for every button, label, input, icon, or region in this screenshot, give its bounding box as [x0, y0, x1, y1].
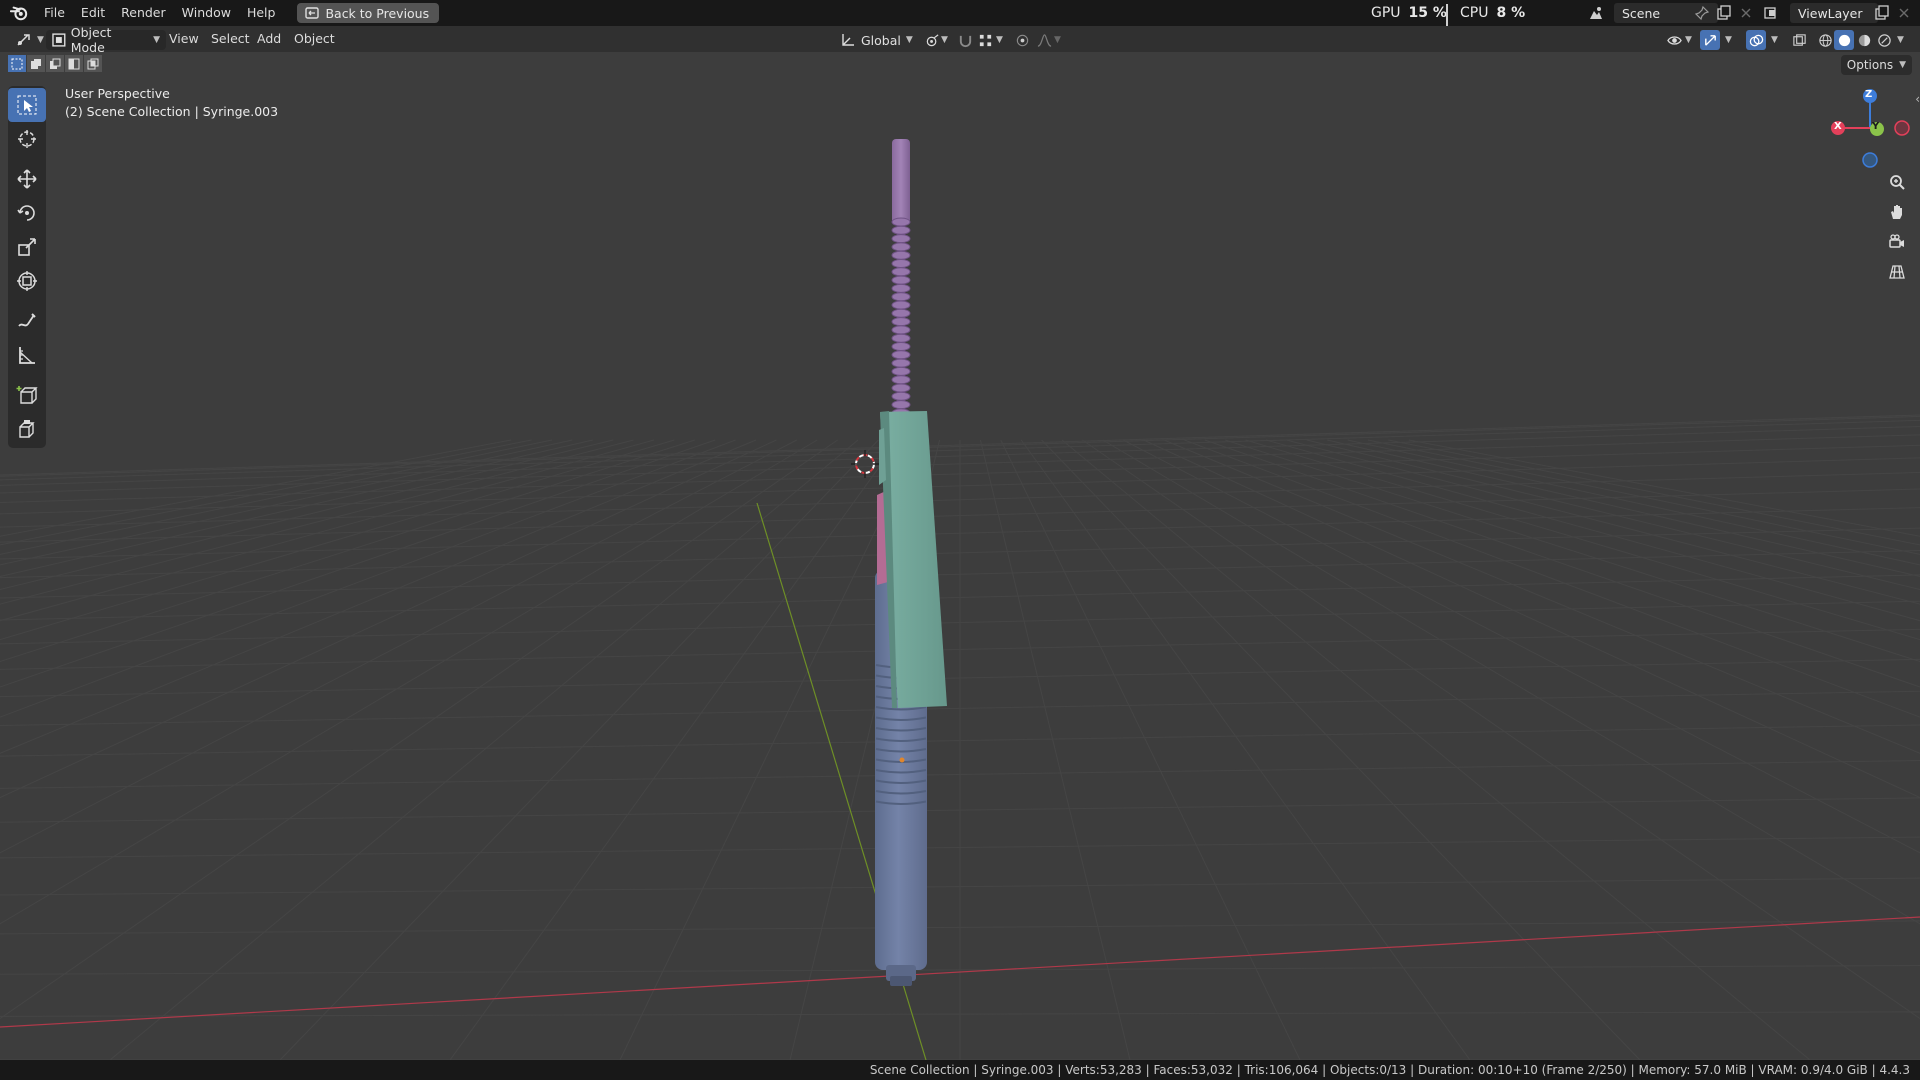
chevron-down-icon: ▼ — [1771, 35, 1778, 45]
rotate-tool-icon[interactable] — [8, 196, 46, 230]
add-cube-tool-icon[interactable] — [8, 378, 46, 412]
chevron-down-icon: ▼ — [941, 35, 948, 45]
select-new-icon[interactable] — [8, 55, 26, 72]
chevron-down-icon: ▼ — [1725, 35, 1732, 45]
select-extend-icon[interactable] — [27, 55, 45, 72]
navigation-gizmo — [1831, 89, 1910, 168]
menu-add[interactable]: Add — [257, 26, 281, 52]
editor-type-icon — [17, 34, 30, 46]
cursor-tool-icon[interactable] — [8, 122, 46, 156]
gizmo-y-label[interactable]: Y — [1872, 121, 1879, 132]
visibility-icon[interactable] — [1664, 30, 1684, 50]
cpu-value: 8 % — [1496, 5, 1526, 21]
cpu-stat: CPU 8 % — [1460, 0, 1525, 26]
delete-scene-icon[interactable] — [1736, 3, 1756, 23]
zoom-icon[interactable] — [1883, 168, 1911, 196]
chevron-down-icon: ▼ — [1899, 60, 1906, 70]
view-layer-browse-icon[interactable] — [1762, 3, 1782, 23]
menu-file[interactable]: File — [36, 0, 73, 26]
3d-viewport[interactable]: Options ▼ ‹ User Perspective (2) Scene C… — [0, 52, 1920, 1060]
scene-statistics: Scene Collection | Syringe.003 | Verts:5… — [869, 1063, 1910, 1077]
falloff-icon[interactable] — [1034, 30, 1054, 50]
selection-mode-buttons — [8, 55, 102, 72]
menu-render[interactable]: Render — [113, 0, 174, 26]
viewport-perspective-label: User Perspective — [65, 86, 170, 101]
select-subtract-icon[interactable] — [46, 55, 64, 72]
menu-select[interactable]: Select — [211, 26, 250, 52]
menu-help[interactable]: Help — [239, 0, 284, 26]
chevron-down-icon: ▼ — [37, 35, 44, 45]
gpu-stat: GPU 15 % — [1371, 0, 1447, 26]
status-bar: Scene Collection | Syringe.003 | Verts:5… — [0, 1060, 1920, 1080]
transform-tool-icon[interactable] — [8, 264, 46, 298]
pan-hand-icon[interactable] — [1883, 198, 1911, 226]
orientation-icon — [842, 34, 854, 46]
object-mode-dropdown[interactable]: Object Mode ▼ — [46, 25, 166, 55]
viewport-scene — [0, 89, 1920, 1060]
menu-view[interactable]: View — [169, 26, 199, 52]
scene-name: Scene — [1622, 5, 1661, 21]
chevron-down-icon: ▼ — [1054, 35, 1061, 45]
tool-shelf — [8, 86, 46, 448]
gizmo-z-label[interactable]: Z — [1865, 89, 1872, 100]
gpu-label: GPU — [1371, 5, 1401, 21]
material-shading-icon[interactable] — [1854, 30, 1874, 50]
orientation-label: Global — [861, 32, 901, 48]
stats-divider — [1446, 4, 1448, 26]
view-layer-name: ViewLayer — [1798, 5, 1863, 21]
scale-tool-icon[interactable] — [8, 230, 46, 264]
select-invert-icon[interactable] — [65, 55, 83, 72]
view-layer-field[interactable]: ViewLayer — [1790, 3, 1878, 23]
chevron-down-icon: ▼ — [1897, 35, 1904, 45]
select-intersect-icon[interactable] — [84, 55, 102, 72]
overlays-toggle-icon[interactable] — [1746, 30, 1766, 50]
viewport-header: ▼ Object Mode ▼ View Select Add Object G… — [0, 25, 1920, 55]
chevron-down-icon: ▼ — [1685, 35, 1692, 45]
chevron-down-icon: ▼ — [996, 35, 1003, 45]
annotate-tool-icon[interactable] — [8, 304, 46, 338]
chevron-down-icon: ▼ — [905, 35, 913, 45]
menu-window[interactable]: Window — [174, 0, 239, 26]
gizmo-toggle-icon[interactable] — [1700, 30, 1720, 50]
menu-object[interactable]: Object — [294, 26, 335, 52]
back-to-previous-button[interactable]: Back to Previous — [297, 3, 440, 23]
new-scene-icon[interactable] — [1714, 3, 1734, 23]
xray-toggle-icon[interactable] — [1789, 30, 1809, 50]
menu-edit[interactable]: Edit — [73, 0, 113, 26]
duplicate-tool-icon[interactable] — [8, 412, 46, 446]
move-tool-icon[interactable] — [8, 162, 46, 196]
cpu-label: CPU — [1460, 5, 1489, 21]
options-label: Options — [1846, 58, 1894, 72]
gpu-value: 15 % — [1408, 5, 1447, 21]
editor-type-button[interactable]: ▼ — [10, 30, 50, 50]
delete-view-layer-icon[interactable] — [1894, 3, 1914, 23]
pin-icon[interactable] — [1692, 3, 1712, 23]
new-view-layer-icon[interactable] — [1872, 3, 1892, 23]
camera-view-icon[interactable] — [1883, 228, 1911, 256]
back-button-label: Back to Previous — [325, 5, 430, 21]
select-box-tool-icon[interactable] — [8, 88, 46, 122]
options-dropdown[interactable]: Options ▼ — [1840, 55, 1912, 75]
screen-back-icon — [305, 7, 320, 19]
viewport-collection-label: (2) Scene Collection | Syringe.003 — [65, 104, 279, 119]
snap-target-icon[interactable] — [975, 30, 995, 50]
chevron-down-icon: ▼ — [153, 35, 160, 45]
blender-logo-icon[interactable] — [10, 4, 28, 22]
transform-orientation-dropdown[interactable]: Global ▼ — [834, 30, 919, 50]
gizmo-x-label[interactable]: X — [1834, 121, 1842, 132]
mode-label: Object Mode — [70, 25, 112, 55]
pivot-point-icon[interactable] — [922, 30, 942, 50]
proportional-editing-icon[interactable] — [1012, 30, 1032, 50]
snap-toggle-icon[interactable] — [955, 30, 975, 50]
orthographic-grid-icon[interactable] — [1883, 258, 1911, 286]
scene-browse-icon[interactable] — [1586, 3, 1606, 23]
wireframe-shading-icon[interactable] — [1815, 30, 1835, 50]
rendered-shading-icon[interactable] — [1874, 30, 1894, 50]
measure-tool-icon[interactable] — [8, 338, 46, 372]
solid-shading-icon[interactable] — [1834, 30, 1854, 50]
object-mode-icon — [52, 33, 66, 47]
sidebar-toggle-icon[interactable]: ‹ — [1915, 92, 1920, 106]
